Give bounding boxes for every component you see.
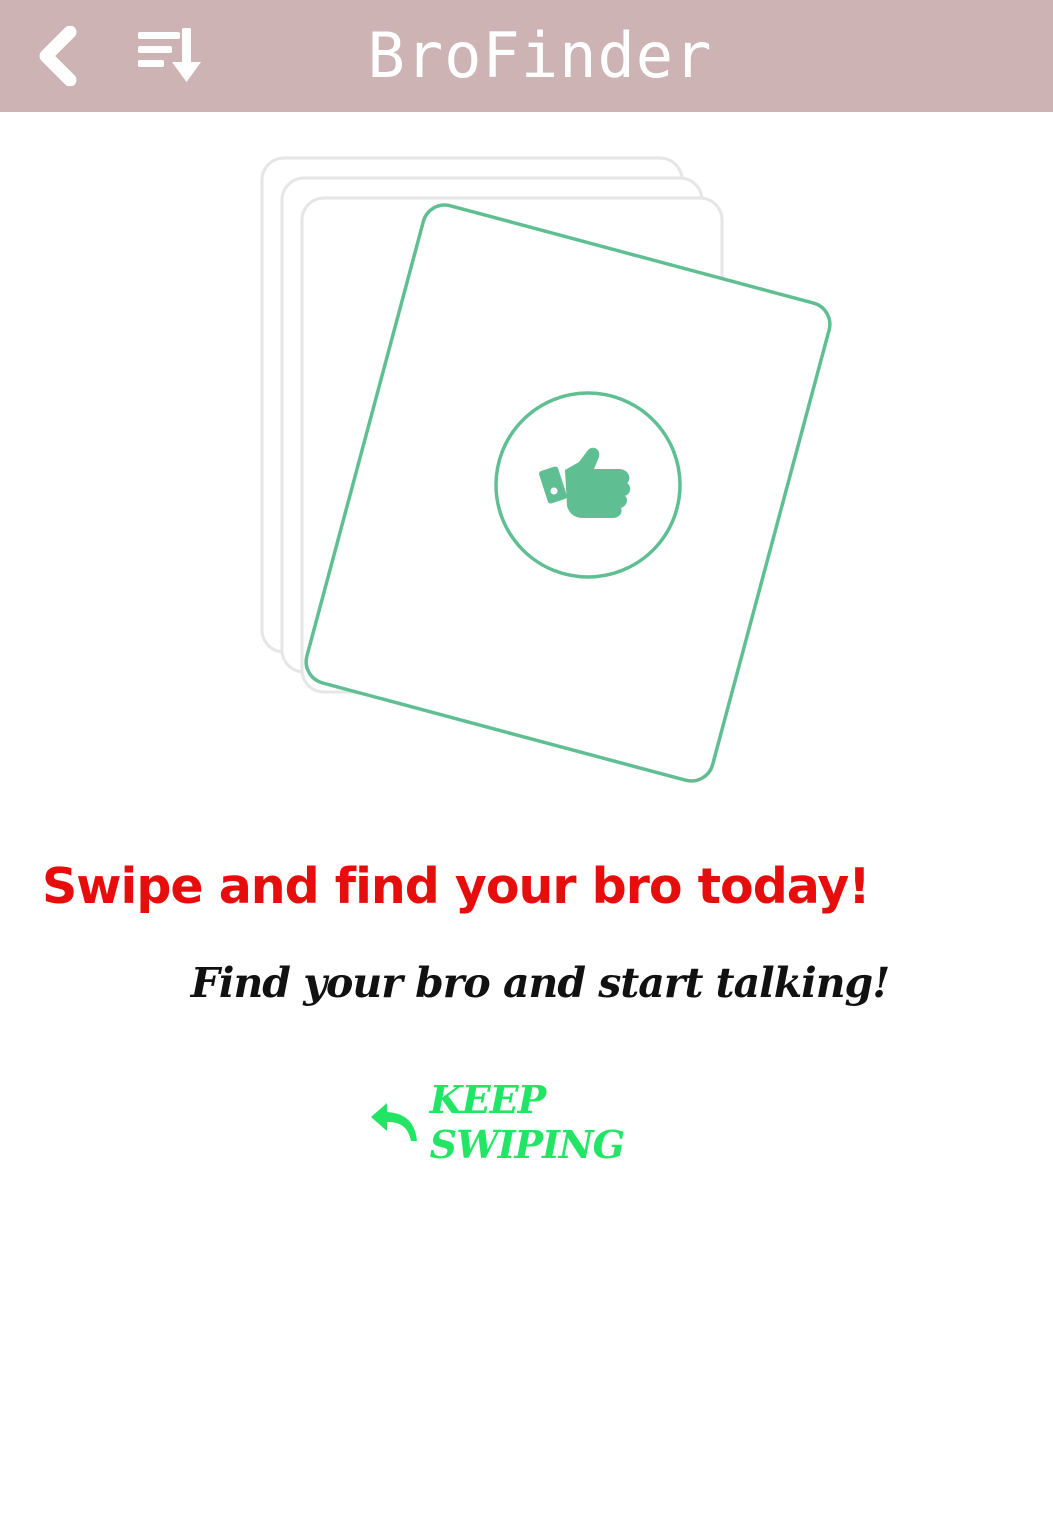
app-bar: BroFinder bbox=[0, 0, 1053, 112]
keep-swiping-button[interactable]: KEEP SWIPING bbox=[350, 1077, 740, 1167]
sort-down-icon bbox=[138, 28, 201, 82]
reply-arrow-icon bbox=[362, 1090, 424, 1154]
keep-swiping-label: KEEP SWIPING bbox=[429, 1077, 625, 1167]
chevron-left-icon bbox=[39, 26, 77, 86]
headline: Swipe and find your bro today! bbox=[42, 858, 871, 915]
app-title: BroFinder bbox=[367, 19, 713, 92]
subline: Find your bro and start talking! bbox=[190, 959, 890, 1007]
back-button[interactable] bbox=[24, 16, 88, 96]
sort-button[interactable] bbox=[128, 16, 216, 96]
card-stack-illustration bbox=[260, 156, 832, 783]
